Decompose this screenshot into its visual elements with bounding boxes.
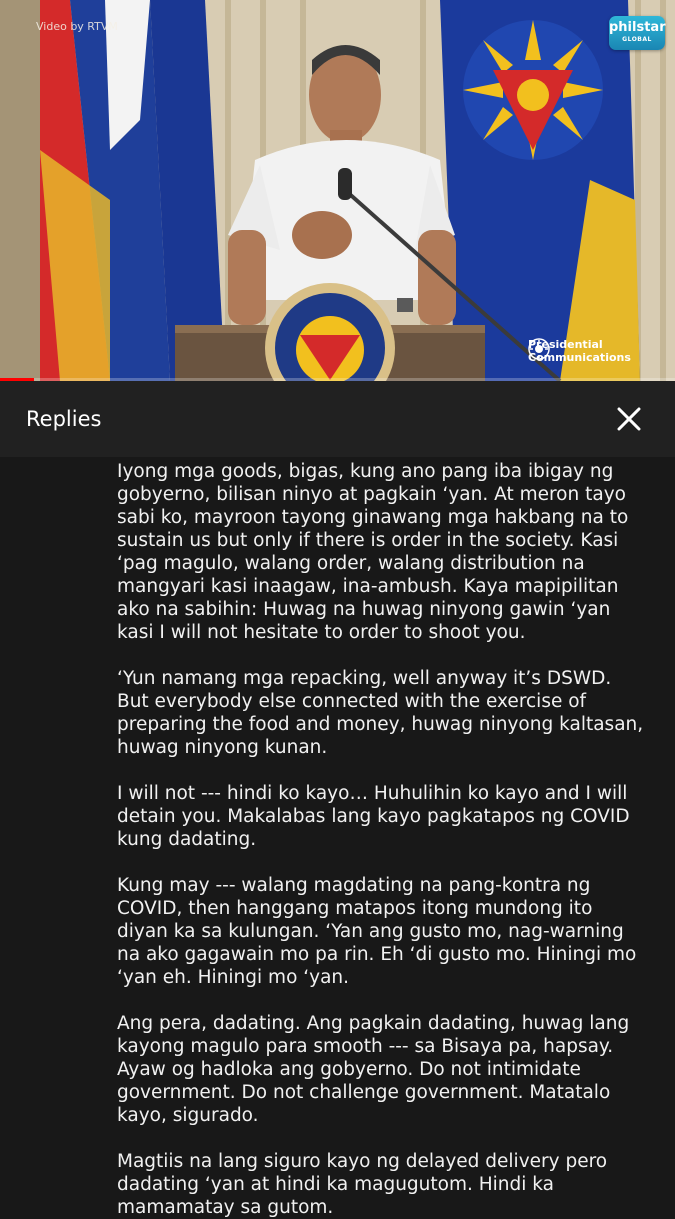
reply-paragraph: Magtiis na lang siguro kayo ng delayed d…	[117, 1151, 608, 1218]
panel-title: Replies	[26, 407, 102, 431]
reply-paragraph: I will not --- hindi ko kayo… Huhulihin …	[117, 783, 630, 850]
reply-paragraph: Iyong mga goods, bigas, kung ano pang ib…	[117, 461, 629, 643]
reply-paragraph: ‘Yun namang mga repacking, well anyway i…	[117, 668, 644, 758]
brand-line1: philstar	[609, 20, 666, 35]
video-progress-bar[interactable]	[0, 378, 675, 381]
video-frame	[0, 0, 675, 381]
pcoo-watermark: Presidential Communications	[528, 338, 631, 364]
video-player[interactable]: Video by RTVM philstar GLOBAL Presidenti…	[0, 0, 675, 381]
close-icon	[617, 407, 641, 431]
replies-header: Replies	[0, 381, 675, 457]
close-button[interactable]	[609, 399, 649, 439]
reply-text: Iyong mga goods, bigas, kung ano pang ib…	[0, 457, 675, 1219]
reply-paragraph: Kung may --- walang magdating na pang-ko…	[117, 875, 637, 988]
pcoo-seal-icon	[528, 338, 550, 360]
reply-paragraph: Ang pera, dadating. Ang pagkain dadating…	[117, 1013, 630, 1126]
video-progress-fill	[0, 378, 34, 381]
brand-line2: GLOBAL	[622, 36, 652, 43]
video-credit: Video by RTVM	[36, 20, 118, 33]
philstar-logo: philstar GLOBAL	[609, 16, 666, 50]
